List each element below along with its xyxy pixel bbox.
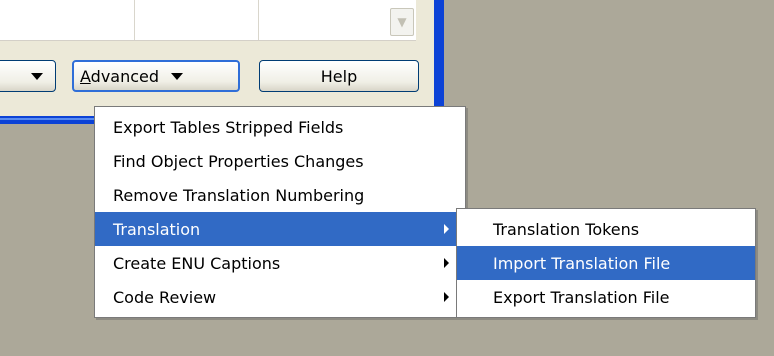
menu-item-code-review[interactable]: Code Review <box>95 280 465 314</box>
chevron-down-icon <box>31 72 43 80</box>
menu-item-remove-translation-numbering[interactable]: Remove Translation Numbering <box>95 178 465 212</box>
menu-item-label: Remove Translation Numbering <box>113 185 365 205</box>
menu-item-export-translation-file[interactable]: Export Translation File <box>457 280 755 314</box>
chevron-right-icon <box>444 292 449 302</box>
chevron-down-icon <box>171 72 184 80</box>
menu-item-label: Create ENU Captions <box>113 253 281 273</box>
menu-item-label: Code Review <box>113 287 217 307</box>
menu-item-translation-tokens[interactable]: Translation Tokens <box>457 212 755 246</box>
menu-item-translation[interactable]: Translation <box>95 212 465 246</box>
menu-item-find-object-properties-changes[interactable]: Find Object Properties Changes <box>95 144 465 178</box>
menu-item-label: Translation <box>113 219 201 239</box>
scroll-down-icon[interactable]: ▼ <box>390 8 414 36</box>
menu-item-create-enu-captions[interactable]: Create ENU Captions <box>95 246 465 280</box>
translation-submenu: Translation Tokens Import Translation Fi… <box>456 208 756 318</box>
menu-item-label: Import Translation File <box>493 253 671 273</box>
menu-item-label: Find Object Properties Changes <box>113 151 364 171</box>
menu-item-label: Translation Tokens <box>493 219 640 239</box>
advanced-button-label: Advanced <box>80 66 160 86</box>
chevron-right-icon <box>444 224 449 234</box>
menu-item-label: Export Tables Stripped Fields <box>113 117 344 137</box>
desktop-background: ▼ Advanced Help Export Tables Stripped F… <box>0 0 774 356</box>
advanced-button[interactable]: Advanced <box>72 60 240 92</box>
dialog-window: ▼ Advanced Help <box>0 0 434 120</box>
dropdown-button[interactable] <box>0 60 56 92</box>
help-button[interactable]: Help <box>259 60 419 92</box>
help-button-label: Help <box>320 66 358 86</box>
menu-item-export-tables-stripped-fields[interactable]: Export Tables Stripped Fields <box>95 110 465 144</box>
menu-item-import-translation-file[interactable]: Import Translation File <box>457 246 755 280</box>
grid-column-divider <box>134 0 135 40</box>
advanced-menu: Export Tables Stripped Fields Find Objec… <box>94 106 466 318</box>
menu-item-label: Export Translation File <box>493 287 670 307</box>
grid-column-divider <box>258 0 259 40</box>
data-grid: ▼ <box>0 0 416 41</box>
chevron-right-icon <box>444 258 449 268</box>
